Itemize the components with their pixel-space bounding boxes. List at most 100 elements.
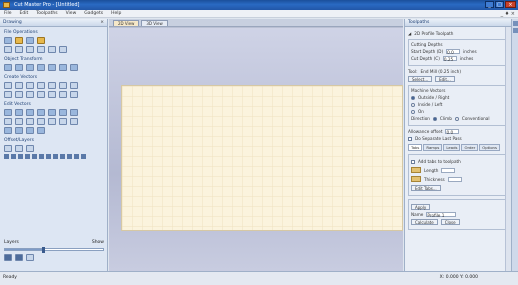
join-icon[interactable] xyxy=(26,109,34,116)
fillet-vector-icon[interactable] xyxy=(15,145,23,152)
edit-tabs-button[interactable]: Edit Tabs... xyxy=(411,185,441,191)
align-bottom-icon[interactable] xyxy=(39,154,44,159)
climb-radio[interactable] xyxy=(432,116,437,121)
align-center-icon[interactable] xyxy=(11,154,16,159)
material-sheet[interactable] xyxy=(121,85,403,231)
align-top-icon[interactable] xyxy=(25,154,30,159)
bezier-icon[interactable] xyxy=(26,91,34,98)
menu-view[interactable]: View xyxy=(65,11,78,16)
close-vector-icon[interactable] xyxy=(70,109,78,116)
redo-icon[interactable] xyxy=(15,46,23,53)
close-button[interactable]: × xyxy=(505,1,516,8)
cut-icon[interactable] xyxy=(26,46,34,53)
layer-slider[interactable] xyxy=(4,247,104,253)
paste-icon[interactable] xyxy=(48,46,56,53)
thickness-field[interactable] xyxy=(447,176,462,182)
distort-icon[interactable] xyxy=(4,127,12,134)
offset-vector-icon[interactable] xyxy=(4,145,12,152)
conventional-radio[interactable] xyxy=(454,116,459,121)
ungroup-icon[interactable] xyxy=(70,64,78,71)
layer-visibility-icon[interactable] xyxy=(26,254,34,261)
align-right-icon[interactable] xyxy=(18,154,23,159)
size-h-icon[interactable] xyxy=(60,154,65,159)
close-panel-button[interactable]: Close xyxy=(440,219,460,225)
copy-icon[interactable] xyxy=(37,46,45,53)
fillet-icon[interactable] xyxy=(48,109,56,116)
polygon-icon[interactable] xyxy=(37,82,45,89)
dimension-icon[interactable] xyxy=(48,91,56,98)
center-icon[interactable] xyxy=(37,127,45,134)
array-icon[interactable] xyxy=(48,118,56,125)
align-icon[interactable] xyxy=(48,64,56,71)
import-icon[interactable] xyxy=(37,37,45,44)
curve-fit-icon[interactable] xyxy=(15,109,23,116)
inside-radio[interactable] xyxy=(411,102,415,107)
group-icon[interactable] xyxy=(59,64,67,71)
tab-ramps[interactable]: Ramps xyxy=(423,144,443,151)
tab-tabs[interactable]: Tabs xyxy=(408,144,423,151)
menu-help[interactable]: Help xyxy=(110,11,122,16)
drawing-canvas[interactable] xyxy=(109,28,403,271)
new-file-icon[interactable] xyxy=(4,37,12,44)
layer-add-icon[interactable] xyxy=(4,254,12,261)
select-tool-button[interactable]: Select... xyxy=(408,76,433,82)
edit-tool-button[interactable]: Edit... xyxy=(435,76,455,82)
ellipse-icon[interactable] xyxy=(15,82,23,89)
mdi-controls[interactable]: _ ♦ × xyxy=(501,10,515,18)
scale-icon[interactable] xyxy=(15,64,23,71)
smooth-icon[interactable] xyxy=(70,118,78,125)
menu-gadgets[interactable]: Gadgets xyxy=(83,11,104,16)
weld-icon[interactable] xyxy=(4,118,12,125)
star-icon[interactable] xyxy=(48,82,56,89)
circle-icon[interactable] xyxy=(4,82,12,89)
grid-icon[interactable] xyxy=(70,91,78,98)
size-both-icon[interactable] xyxy=(74,154,79,159)
explode-icon[interactable] xyxy=(26,127,34,134)
freehand-icon[interactable] xyxy=(37,91,45,98)
align-middle-icon[interactable] xyxy=(32,154,37,159)
size-v-icon[interactable] xyxy=(67,154,72,159)
text-icon[interactable] xyxy=(4,91,12,98)
pin-icon[interactable] xyxy=(512,21,518,26)
undo-icon[interactable] xyxy=(4,46,12,53)
on-radio[interactable] xyxy=(411,109,415,114)
layer-slider-thumb[interactable] xyxy=(42,247,46,253)
text-on-curve-icon[interactable] xyxy=(15,91,23,98)
tab-leads[interactable]: Leads xyxy=(443,144,461,151)
apply-button[interactable]: Apply xyxy=(411,204,431,210)
calculate-button[interactable]: Calculate xyxy=(411,219,438,225)
mirror-icon[interactable] xyxy=(37,64,45,71)
wrap-icon[interactable] xyxy=(15,127,23,134)
allowance-field[interactable]: 0.0 xyxy=(445,129,460,135)
outside-radio[interactable] xyxy=(411,95,415,100)
open-file-icon[interactable] xyxy=(15,37,23,44)
add-tabs-checkbox[interactable] xyxy=(411,159,415,164)
save-file-icon[interactable] xyxy=(26,37,34,44)
rectangle-icon[interactable] xyxy=(26,82,34,89)
arc-icon[interactable] xyxy=(70,82,78,89)
menu-edit[interactable]: Edit xyxy=(19,11,30,16)
node-edit-icon[interactable] xyxy=(4,109,12,116)
maximize-button[interactable]: □ xyxy=(495,1,504,8)
offset-icon[interactable] xyxy=(59,118,67,125)
space-h-icon[interactable] xyxy=(46,154,51,159)
bitmap-trace-icon[interactable] xyxy=(59,91,67,98)
layer-remove-icon[interactable] xyxy=(15,254,23,261)
subtract-icon[interactable] xyxy=(15,118,23,125)
nest-icon[interactable] xyxy=(37,118,45,125)
name-field[interactable]: Profile 1 xyxy=(426,212,457,218)
align-left-icon[interactable] xyxy=(4,154,9,159)
intersect-icon[interactable] xyxy=(26,118,34,125)
delete-icon[interactable] xyxy=(59,46,67,53)
cut-depth-field[interactable]: 0.25 xyxy=(442,56,457,62)
tab-order[interactable]: Order xyxy=(461,144,479,151)
tab-3d-view[interactable]: 3D View xyxy=(141,20,168,26)
move-icon[interactable] xyxy=(4,64,12,71)
trim-icon[interactable] xyxy=(37,109,45,116)
separate-pass-checkbox[interactable] xyxy=(408,136,412,141)
rotate-icon[interactable] xyxy=(26,64,34,71)
snap-icon[interactable] xyxy=(81,154,86,159)
menu-toolpaths[interactable]: Toolpaths xyxy=(35,11,58,16)
chamfer-icon[interactable] xyxy=(26,145,34,152)
toolpath-list-icon[interactable] xyxy=(512,28,518,33)
